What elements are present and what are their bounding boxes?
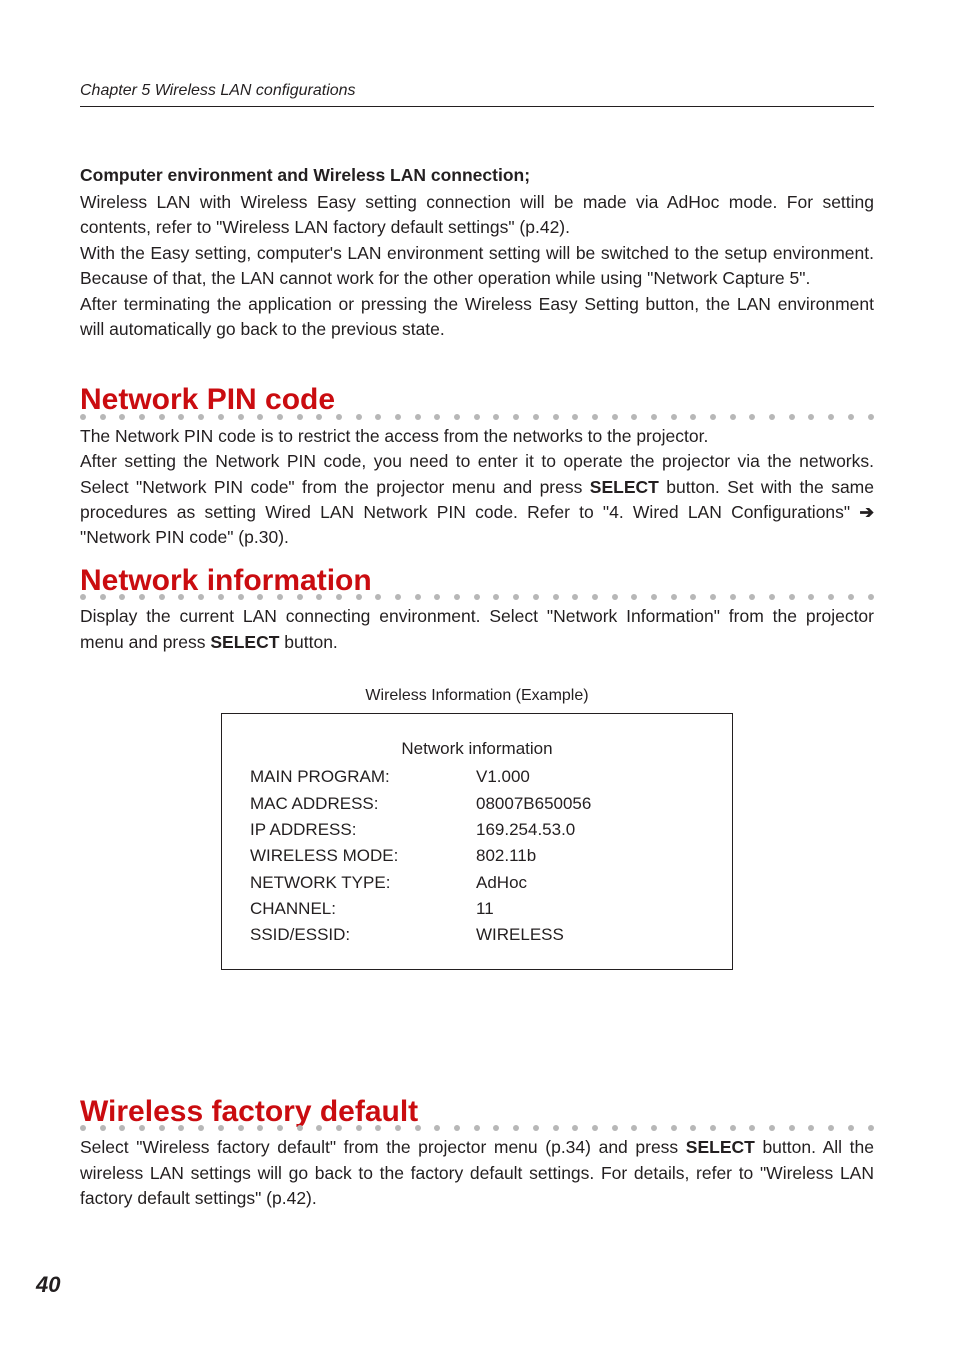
env-heading: Computer environment and Wireless LAN co… (80, 165, 874, 186)
netinfo-title: Network information (80, 565, 874, 597)
env-p3: After terminating the application or pre… (80, 292, 874, 343)
infobox-caption: Wireless Information (Example) (80, 687, 874, 705)
infobox: Network information MAIN PROGRAM: V1.000… (221, 713, 733, 970)
pin-p2: After setting the Network PIN code, you … (80, 449, 874, 551)
pin-p2-select: SELECT (590, 477, 659, 497)
factory-p1a: Select "Wireless factory default" from t… (80, 1137, 686, 1157)
info-label: CHANNEL: (250, 896, 476, 922)
table-row: MAIN PROGRAM: V1.000 (250, 764, 704, 790)
netinfo-p1-select: SELECT (210, 632, 279, 652)
netinfo-p1a: Display the current LAN connecting envir… (80, 606, 874, 651)
factory-title: Wireless factory default (80, 1096, 874, 1128)
arrow-icon: ➔ (859, 502, 874, 522)
info-label: IP ADDRESS: (250, 817, 476, 843)
chapter-header: Chapter 5 Wireless LAN configurations (80, 82, 874, 107)
info-label: WIRELESS MODE: (250, 843, 476, 869)
env-p1: Wireless LAN with Wireless Easy setting … (80, 190, 874, 241)
info-label: SSID/ESSID: (250, 922, 476, 948)
pin-title: Network PIN code (80, 384, 874, 416)
info-label: NETWORK TYPE: (250, 870, 476, 896)
info-value: 169.254.53.0 (476, 817, 575, 843)
info-value: 802.11b (476, 843, 536, 869)
dot-divider (80, 594, 874, 600)
page-number: 40 (36, 1272, 60, 1298)
info-label: MAIN PROGRAM: (250, 764, 476, 790)
info-value: AdHoc (476, 870, 527, 896)
table-row: MAC ADDRESS: 08007B650056 (250, 791, 704, 817)
infobox-title: Network information (250, 736, 704, 762)
netinfo-p1c: button. (279, 632, 337, 652)
dot-divider (80, 1125, 874, 1131)
table-row: WIRELESS MODE: 802.11b (250, 843, 704, 869)
netinfo-p1: Display the current LAN connecting envir… (80, 604, 874, 655)
factory-p1: Select "Wireless factory default" from t… (80, 1135, 874, 1211)
info-value: V1.000 (476, 764, 530, 790)
pin-p1: The Network PIN code is to restrict the … (80, 424, 874, 449)
info-value: 11 (476, 896, 494, 922)
table-row: IP ADDRESS: 169.254.53.0 (250, 817, 704, 843)
table-row: NETWORK TYPE: AdHoc (250, 870, 704, 896)
info-value: 08007B650056 (476, 791, 591, 817)
factory-p1-select: SELECT (686, 1137, 755, 1157)
dot-divider (80, 414, 874, 420)
pin-p2d: "Network PIN code" (p.30). (80, 527, 289, 547)
table-row: CHANNEL: 11 (250, 896, 704, 922)
info-value: WIRELESS (476, 922, 564, 948)
table-row: SSID/ESSID: WIRELESS (250, 922, 704, 948)
info-label: MAC ADDRESS: (250, 791, 476, 817)
env-p2: With the Easy setting, computer's LAN en… (80, 241, 874, 292)
